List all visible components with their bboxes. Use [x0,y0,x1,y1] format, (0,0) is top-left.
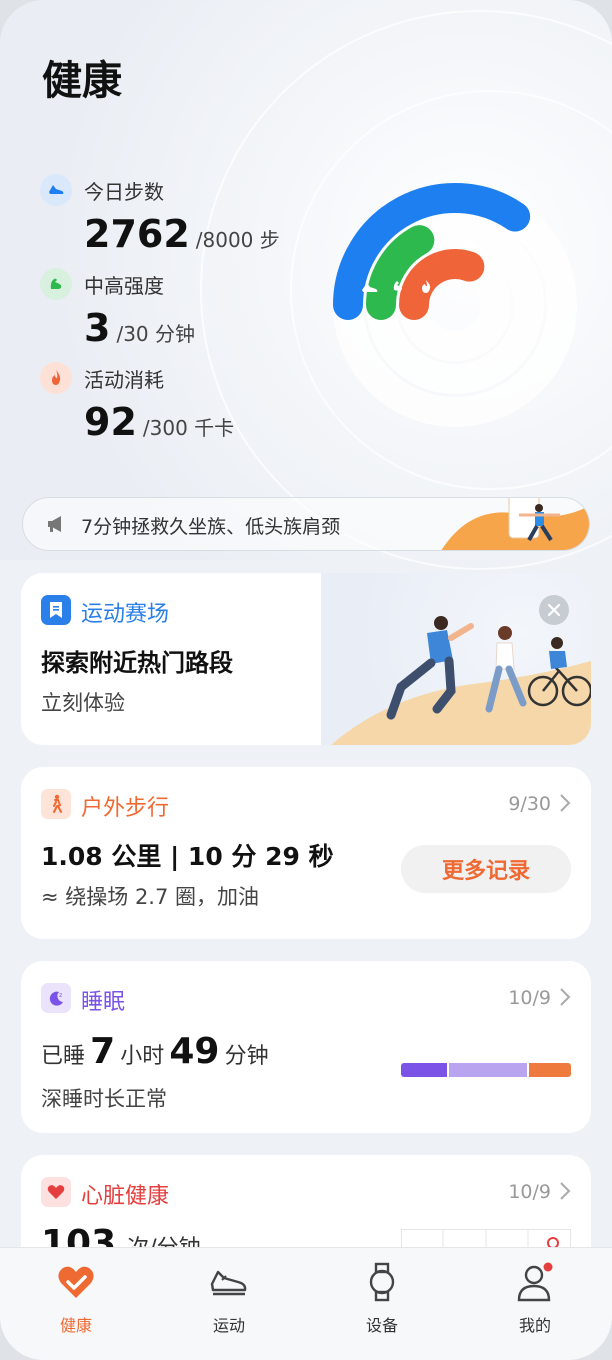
page-title: 健康 [42,58,122,104]
calories-target: /300 千卡 [142,416,235,440]
walk-title: 户外步行 [81,796,170,821]
intensity-label: 中高强度 [84,274,164,298]
bookmark-icon [41,595,71,625]
bottom-navigation: 健康 运动 设备 我的 [0,1247,612,1360]
sleep-stage-bar [401,1063,571,1077]
promo-card[interactable]: 运动赛场 探索附近热门路段 立刻体验 [21,573,591,745]
flame-icon [40,362,72,394]
sleep-duration: 已睡 7 小时 49 分钟 [41,1031,269,1072]
intensity-value: 3 [84,306,111,350]
calories-label: 活动消耗 [84,368,164,392]
chevron-right-icon[interactable] [559,793,571,813]
steps-label: 今日步数 [84,180,164,204]
more-records-button[interactable]: 更多记录 [401,845,571,893]
walk-summary: 1.08 公里 | 10 分 29 秒 [41,842,334,871]
intensity-value-row: 3/30 分钟 [84,306,195,350]
chevron-right-icon[interactable] [559,1181,571,1201]
svg-text:z: z [59,992,62,999]
nav-devices-label: 设备 [365,1316,398,1335]
exercise-illustration [441,498,589,550]
flex-arm-icon [40,268,72,300]
promo-headline: 探索附近热门路段 [41,649,233,677]
health-app-screen: 健康 今日步数 2762/8000 步 中高强度 3/30 分钟 活动消耗 92… [0,0,612,1360]
steps-value-row: 2762/8000 步 [84,212,280,256]
walker-icon [41,789,71,819]
nav-exercise[interactable]: 运动 [189,1262,269,1336]
steps-target: /8000 步 [195,228,280,252]
sleep-stage-light [449,1063,527,1077]
walk-date: 9/30 [508,793,551,815]
runners-illustration [331,616,591,745]
nav-me[interactable]: 我的 [495,1262,575,1336]
steps-value: 2762 [84,212,190,256]
profile-icon [517,1262,553,1302]
sleep-minutes-unit: 分钟 [224,1044,269,1069]
sleep-minutes: 49 [169,1031,220,1072]
sleep-title: 睡眠 [81,990,126,1015]
sleep-card[interactable]: z 睡眠 10/9 已睡 7 小时 49 分钟 深睡时长正常 [21,961,591,1133]
nav-me-label: 我的 [518,1316,551,1335]
sleep-hours-unit: 小时 [120,1044,165,1069]
notification-dot [543,1262,553,1272]
promo-title: 运动赛场 [81,602,170,627]
nav-health-label: 健康 [59,1316,92,1335]
health-heart-icon [58,1266,94,1298]
sleep-hours: 7 [90,1031,116,1072]
shoe-icon [40,174,72,206]
moon-icon: z [41,983,71,1013]
nav-health[interactable]: 健康 [36,1262,116,1336]
calories-value-row: 92/300 千卡 [84,400,234,444]
tip-banner[interactable]: 7分钟拯救久坐族、低头族肩颈 [22,497,590,551]
heart-date: 10/9 [508,1181,551,1203]
calories-value: 92 [84,400,137,444]
calories-ring [399,249,485,320]
promo-subline: 立刻体验 [41,691,125,715]
heart-icon [41,1177,71,1207]
heart-title: 心脏健康 [81,1184,170,1209]
activity-rings[interactable] [330,180,590,440]
sleep-stage-awake [529,1063,571,1077]
nav-devices[interactable]: 设备 [342,1262,422,1336]
tip-text: 7分钟拯救久坐族、低头族肩颈 [81,516,341,538]
outdoor-walk-card[interactable]: 户外步行 9/30 1.08 公里 | 10 分 29 秒 ≈ 绕操场 2.7 … [21,767,591,939]
sleep-date: 10/9 [508,987,551,1009]
intensity-target: /30 分钟 [116,322,195,346]
sleep-stage-deep [401,1063,447,1077]
sneaker-icon [210,1270,247,1296]
watch-icon [369,1262,395,1302]
sleep-note: 深睡时长正常 [41,1087,167,1111]
sleep-prefix: 已睡 [41,1044,86,1069]
chevron-right-icon[interactable] [559,987,571,1007]
megaphone-icon [48,516,61,532]
walk-note: ≈ 绕操场 2.7 圈，加油 [41,885,260,909]
nav-exercise-label: 运动 [212,1316,245,1335]
